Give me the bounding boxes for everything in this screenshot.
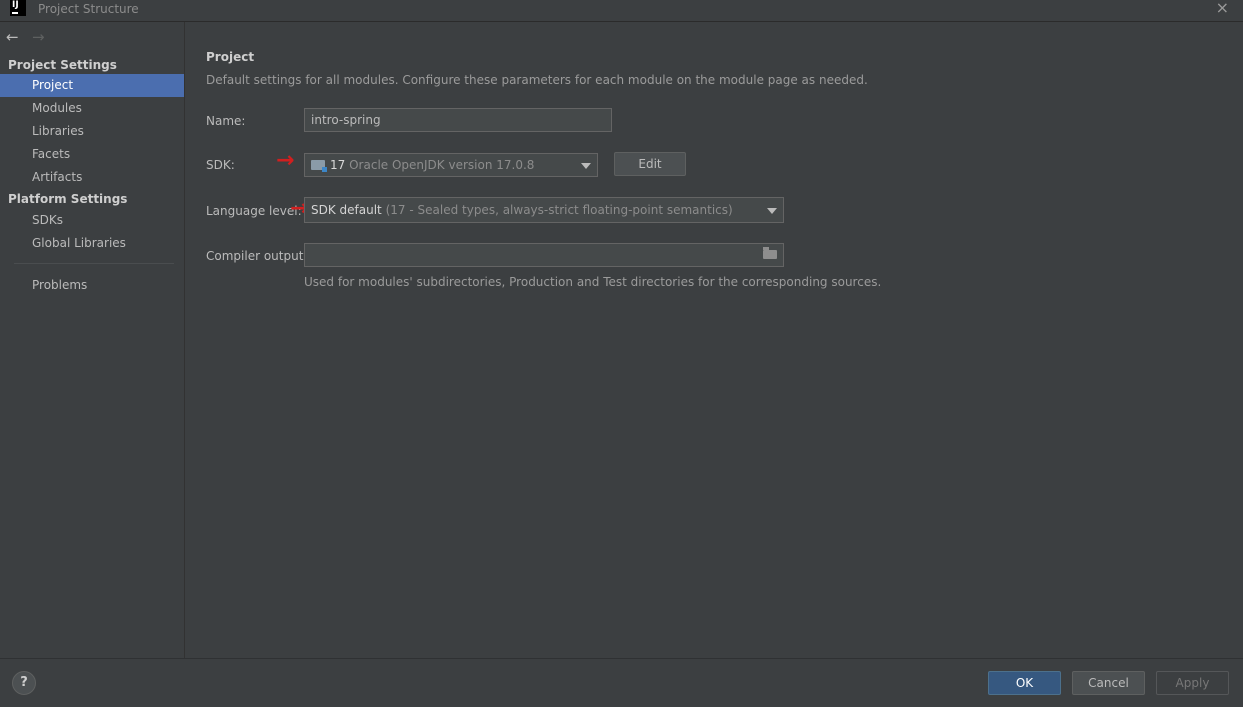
sidebar-item-label: Global Libraries [32,236,126,250]
sdk-version-text: Oracle OpenJDK version 17.0.8 [349,158,535,172]
sidebar-item-artifacts[interactable]: Artifacts [0,166,185,189]
dialog-footer: ? OK Cancel Apply [0,658,1243,707]
name-value: intro-spring [311,113,381,127]
sdk-dropdown[interactable]: 17 Oracle OpenJDK version 17.0.8 [304,153,598,177]
ok-button[interactable]: OK [988,671,1061,695]
sidebar-item-label: SDKs [32,213,63,227]
forward-arrow-icon[interactable]: → [32,28,45,46]
language-level-label: Language level: [206,204,302,218]
sidebar-item-global-libraries[interactable]: Global Libraries [0,232,185,255]
project-settings-heading: Project Settings [8,58,117,72]
language-level-dropdown[interactable]: SDK default (17 - Sealed types, always-s… [304,197,784,223]
chevron-down-icon [581,163,591,169]
compiler-output-input[interactable] [304,243,784,267]
sidebar-item-libraries[interactable]: Libraries [0,120,185,143]
jdk-folder-icon [311,160,327,172]
folder-icon[interactable] [763,247,777,259]
sidebar-item-modules[interactable]: Modules [0,97,185,120]
sidebar-item-facets[interactable]: Facets [0,143,185,166]
sidebar-item-project[interactable]: Project [0,74,184,97]
sidebar-item-problems[interactable]: Problems [0,274,185,297]
sidebar-item-label: Problems [32,278,88,292]
sidebar-item-label: Modules [32,101,82,115]
back-arrow-icon[interactable]: ← [6,28,19,46]
intellij-logo-icon: IJ [10,0,26,16]
sdk-edit-button[interactable]: Edit [614,152,686,176]
sdk-label: SDK: [206,158,235,172]
chevron-down-icon [767,208,777,214]
sidebar-item-label: Libraries [32,124,84,138]
window-title: Project Structure [38,2,139,16]
compiler-output-hint: Used for modules' subdirectories, Produc… [304,275,882,289]
compiler-output-label: Compiler output: [206,249,308,263]
language-level-value: SDK default [311,203,382,217]
sidebar-item-sdks[interactable]: SDKs [0,209,185,232]
cancel-button[interactable]: Cancel [1072,671,1145,695]
logo-bar [12,12,18,14]
sdk-annotation-arrow: → [276,148,295,173]
name-input[interactable]: intro-spring [304,108,612,132]
sidebar-item-label: Facets [32,147,71,161]
page-title: Project [206,50,255,64]
sidebar-item-label: Artifacts [32,170,83,184]
page-description: Default settings for all modules. Config… [206,73,868,87]
project-settings-panel: Project Default settings for all modules… [186,22,1243,658]
help-button[interactable]: ? [12,671,36,695]
platform-settings-heading: Platform Settings [8,192,128,206]
title-bar: IJ Project Structure × [0,0,1243,22]
language-level-detail: (17 - Sealed types, always-strict floati… [385,203,733,217]
name-label: Name: [206,114,246,128]
logo-text: IJ [12,0,19,10]
sidebar: ← → Project Settings Project Modules Lib… [0,22,185,658]
close-icon[interactable]: × [1216,0,1229,16]
sdk-version-number: 17 [330,158,346,172]
sidebar-item-label: Project [32,78,74,92]
apply-button[interactable]: Apply [1156,671,1229,695]
sidebar-divider [14,263,174,264]
